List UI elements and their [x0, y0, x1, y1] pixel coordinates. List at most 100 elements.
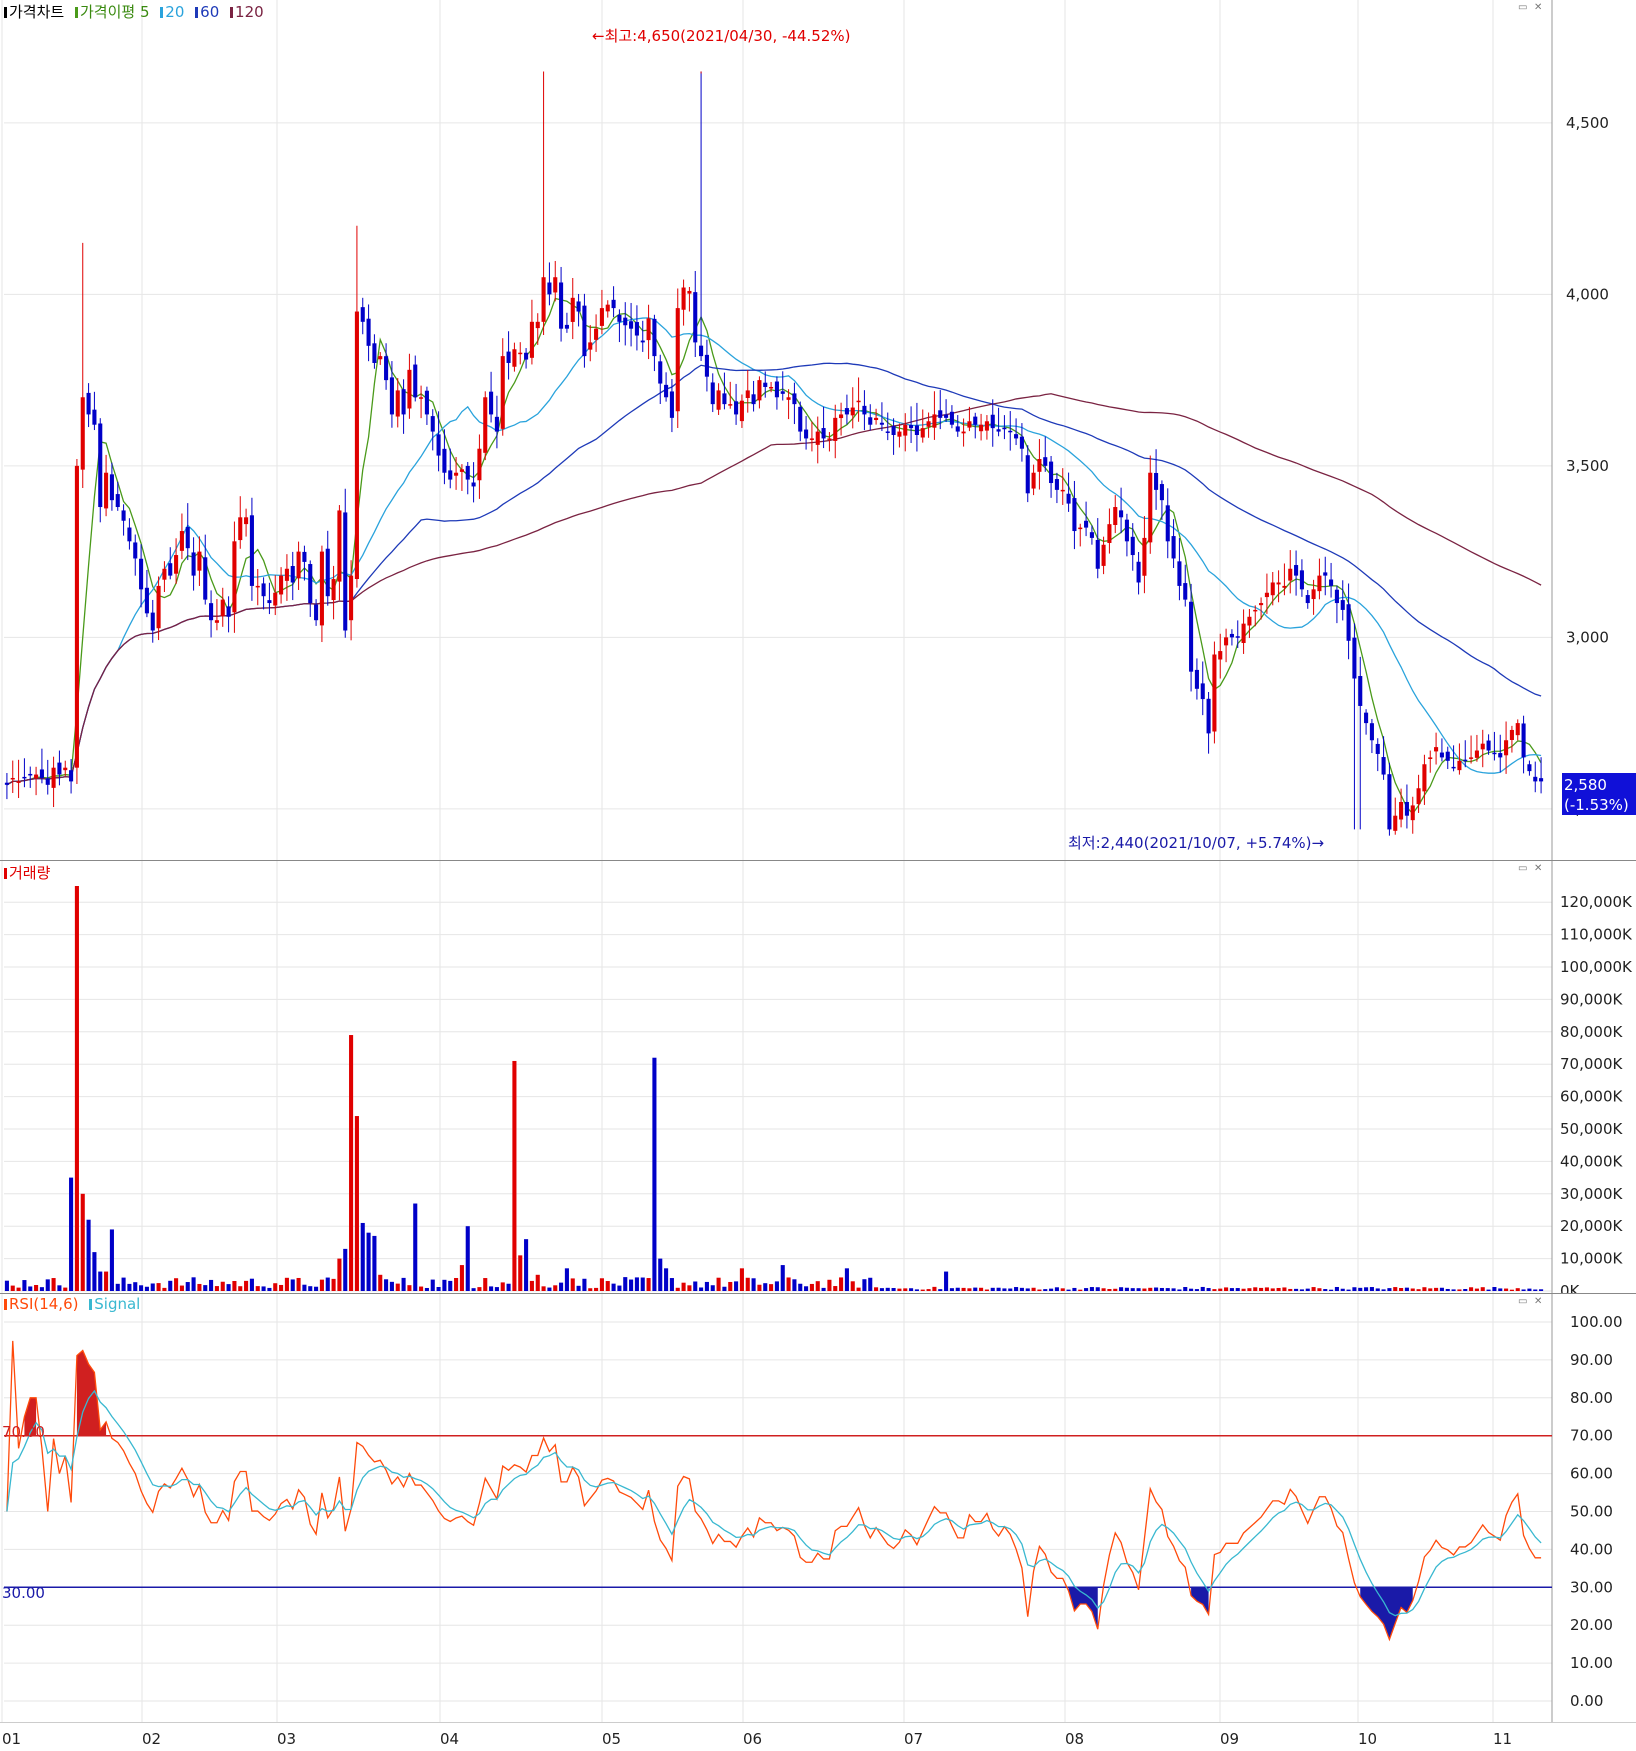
candle-body: [874, 417, 879, 421]
volume-bar: [780, 1265, 785, 1291]
ma60-line: [6, 362, 1542, 786]
candle-body: [1352, 637, 1357, 679]
legend-ma60[interactable]: 60: [195, 3, 219, 21]
candle-body: [1037, 459, 1042, 472]
volume-bar: [1136, 1288, 1141, 1291]
volume-bar: [69, 1177, 74, 1291]
candle-body: [920, 428, 925, 438]
candle-body: [139, 558, 144, 590]
low-annotation: 최저:2,440(2021/10/07, +5.74%)→: [1068, 834, 1324, 852]
candle-body: [1229, 633, 1234, 638]
legend-ma120[interactable]: 120: [230, 3, 264, 21]
volume-bar: [34, 1284, 39, 1291]
candle-body: [722, 393, 727, 405]
volume-bar: [1457, 1289, 1462, 1291]
panel-close-icon[interactable]: ✕: [1534, 2, 1542, 13]
candle-body: [792, 393, 797, 405]
volume-bar: [1469, 1287, 1474, 1291]
candle-body: [850, 407, 855, 416]
volume-bar: [973, 1287, 978, 1291]
legend-ma20[interactable]: 20: [160, 3, 184, 21]
volume-bar: [874, 1287, 879, 1291]
candle-body: [868, 417, 873, 425]
volume-bar: [395, 1283, 400, 1291]
legend-signal[interactable]: Signal: [89, 1295, 140, 1313]
y-tick-label: 30.00: [1570, 1578, 1613, 1596]
y-tick-label: 4,000: [1566, 285, 1609, 303]
y-tick-label: 3,000: [1566, 628, 1609, 646]
candle-body: [1474, 750, 1479, 758]
volume-bar: [401, 1277, 406, 1291]
volume-bar: [448, 1280, 453, 1291]
volume-bar: [722, 1286, 727, 1291]
legend-volume[interactable]: 거래량: [4, 864, 50, 882]
candle-body: [879, 422, 884, 425]
candle-body: [1014, 434, 1019, 439]
candle-body: [710, 382, 715, 405]
candle-body: [284, 568, 289, 581]
y-tick-label: 100.00: [1570, 1313, 1623, 1331]
candle-body: [757, 380, 762, 401]
candle-body: [1276, 582, 1281, 585]
volume-bar: [372, 1235, 377, 1291]
candle-body: [1072, 498, 1077, 532]
volume-bar: [1422, 1287, 1427, 1291]
volume-bar: [1416, 1289, 1421, 1291]
panel-minimize-icon[interactable]: ▭: [1518, 2, 1527, 13]
candle-body: [973, 416, 978, 425]
legend-price-chart[interactable]: 가격차트: [4, 3, 64, 21]
rsi-overbought-fill: [76, 1350, 107, 1436]
volume-bar: [354, 1116, 359, 1291]
panel-minimize-icon[interactable]: ▭: [1518, 863, 1527, 874]
volume-bar: [716, 1277, 721, 1291]
y-tick-label: 90.00: [1570, 1351, 1613, 1369]
candle-body: [133, 542, 138, 559]
candle-body: [494, 416, 499, 432]
panel-minimize-icon[interactable]: ▭: [1518, 1296, 1527, 1307]
candle-body: [1457, 760, 1462, 771]
volume-bar: [1346, 1289, 1351, 1291]
volume-bar: [693, 1281, 698, 1291]
y-tick-label: 40,000K: [1560, 1152, 1623, 1170]
candle-body: [1329, 579, 1334, 586]
volume-bar: [232, 1280, 237, 1291]
volume-bar: [1282, 1287, 1287, 1291]
volume-bar: [1509, 1289, 1514, 1291]
candle-body: [209, 603, 214, 621]
volume-bar: [984, 1289, 989, 1291]
y-tick-label: 80.00: [1570, 1389, 1613, 1407]
volume-bar: [174, 1278, 179, 1291]
y-tick-label: 4,500: [1566, 114, 1609, 132]
price-chart-panel: 가격차트 가격이평 5 20 60 120 ▭ ✕ 4,500 4,000 3,50…: [0, 0, 1636, 861]
legend-ma[interactable]: 가격이평 5: [74, 3, 150, 21]
volume-bar: [529, 1280, 534, 1291]
volume-bar: [605, 1281, 610, 1291]
y-tick-label: 50.00: [1570, 1503, 1613, 1521]
volume-bar: [809, 1283, 814, 1291]
candle-body: [926, 421, 931, 427]
legend-rsi[interactable]: RSI(14,6): [4, 1295, 78, 1313]
candle-body: [1469, 757, 1474, 759]
volume-bar: [150, 1283, 155, 1291]
candle-body: [780, 391, 785, 394]
volume-bar: [249, 1278, 254, 1291]
candle-body: [588, 342, 593, 350]
candle-body: [16, 781, 21, 783]
volume-bar: [1504, 1288, 1509, 1291]
candle-body: [862, 405, 867, 415]
volume-bar: [652, 1057, 657, 1291]
volume-bar: [319, 1279, 324, 1291]
candle-body: [162, 568, 167, 580]
volume-bar: [255, 1286, 260, 1291]
volume-bar: [92, 1252, 97, 1291]
candle-body: [932, 414, 937, 428]
panel-close-icon[interactable]: ✕: [1534, 1296, 1542, 1307]
volume-bar: [1305, 1288, 1310, 1291]
candle-body: [524, 352, 529, 360]
candle-body: [232, 541, 237, 613]
volume-bar: [162, 1287, 167, 1291]
candle-body: [1025, 455, 1030, 494]
volume-bar: [1002, 1288, 1007, 1291]
candle-body: [903, 424, 908, 436]
panel-close-icon[interactable]: ✕: [1534, 863, 1542, 874]
